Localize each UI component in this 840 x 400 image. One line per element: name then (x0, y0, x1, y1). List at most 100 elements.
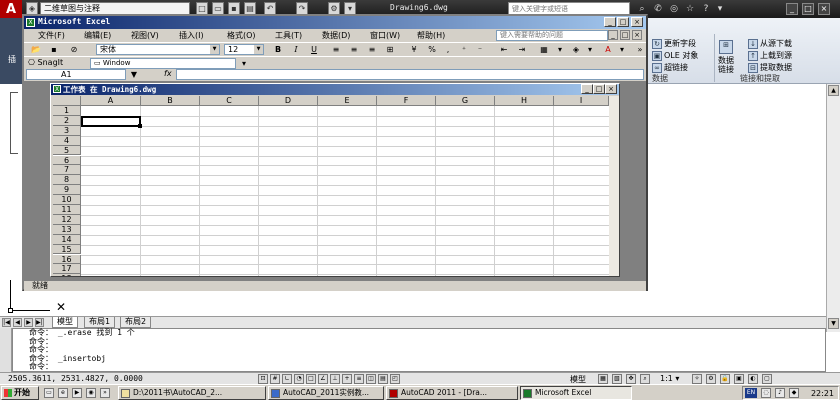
update-fields-button[interactable]: ↻ 更新字段 (652, 38, 696, 49)
clock[interactable]: 22:21 (811, 388, 834, 399)
tab-layout2[interactable]: 布局2 (120, 317, 152, 328)
first-tab-icon[interactable]: |◀ (2, 318, 11, 327)
help-icon[interactable]: ? (700, 3, 712, 15)
taskbar-item-excel[interactable]: Microsoft Excel (520, 386, 632, 400)
menu-file[interactable]: 文件(F) (38, 30, 65, 41)
command-prompt[interactable]: 命令： (29, 363, 825, 372)
align-left-icon[interactable]: ≡ (330, 44, 342, 55)
row-header[interactable]: 16 (53, 254, 81, 265)
menu-window[interactable]: 窗口(W) (370, 30, 400, 41)
font-name-combo[interactable]: 宋体 ▼ (96, 44, 220, 55)
command-window-handle[interactable] (0, 328, 12, 372)
ducs-icon[interactable]: ⊥ (330, 374, 340, 384)
menu-help[interactable]: 帮助(H) (417, 30, 445, 41)
tray-network-icon[interactable]: ◌ (761, 388, 771, 398)
quick-view-drawings-icon[interactable]: ▧ (612, 374, 622, 384)
ortho-icon[interactable]: ∟ (282, 374, 292, 384)
selection-cycling-icon[interactable]: ◰ (390, 374, 400, 384)
lineweight-icon[interactable]: ≡ (354, 374, 364, 384)
tray-app-icon[interactable]: ◆ (789, 388, 799, 398)
select-all-corner[interactable] (53, 96, 81, 106)
snagit-button[interactable]: ⎔ SnagIt (28, 58, 63, 67)
help-dropdown-icon[interactable]: ▾ (714, 3, 726, 15)
upload-to-source-button[interactable]: ↑ 上载到源 (748, 50, 792, 61)
ole-object-button[interactable]: ▣ OLE 对象 (652, 50, 698, 61)
menu-format[interactable]: 格式(O) (227, 30, 256, 41)
download-from-source-button[interactable]: ↓ 从源下载 (748, 38, 792, 49)
doc-minimize-button[interactable]: _ (608, 30, 618, 40)
annotation-visibility-icon[interactable]: ✧ (692, 374, 702, 384)
merge-center-icon[interactable]: ⊞ (384, 44, 396, 55)
drawing-vertical-scrollbar[interactable]: ▲ ▼ (826, 84, 840, 332)
row-header[interactable]: 3 (53, 125, 81, 136)
borders-dropdown-icon[interactable]: ▾ (554, 44, 566, 55)
toolbar-options-icon[interactable]: » (634, 44, 646, 55)
row-header[interactable]: 17 (53, 264, 81, 275)
coordinate-readout[interactable]: 2505.3611, 2531.4827, 0.0000 (8, 374, 143, 383)
sheet-close-button[interactable]: × (605, 84, 617, 94)
excel-minimize-button[interactable]: _ (604, 17, 616, 27)
dyn-icon[interactable]: + (342, 374, 352, 384)
language-indicator[interactable]: EN (745, 388, 757, 398)
save-disk-icon[interactable]: ▪ (48, 44, 60, 55)
permission-icon[interactable]: ⊘ (68, 44, 80, 55)
help-question-input[interactable]: 键入需要帮助的问题 (496, 30, 608, 41)
decrease-decimal-icon[interactable]: ⁻ (474, 44, 486, 55)
comma-style-icon[interactable]: , (442, 44, 454, 55)
insert-function-icon[interactable]: fx (164, 69, 172, 78)
extract-data-button[interactable]: ⊟ 提取数据 (748, 62, 792, 73)
worksheet-title-bar[interactable]: X 工作表 在 Drawing6.dwg _ □ × (51, 84, 619, 95)
excel-title-bar[interactable]: X Microsoft Excel _ □ × (24, 16, 646, 29)
otrack-icon[interactable]: ∠ (318, 374, 328, 384)
osnap-icon[interactable]: □ (306, 374, 316, 384)
lock-icon[interactable]: 🔒 (720, 374, 730, 384)
scroll-up-icon[interactable]: ▲ (828, 85, 839, 96)
spreadsheet-grid[interactable]: A B C D E F G H I 1 2 3 4 5 6 7 8 9 10 1… (53, 96, 609, 276)
borders-icon[interactable]: ▦ (538, 44, 550, 55)
row-header[interactable]: 5 (53, 145, 81, 156)
fill-handle[interactable] (138, 124, 142, 128)
menu-edit[interactable]: 编辑(E) (84, 30, 111, 41)
tray-volume-icon[interactable]: ♪ (775, 388, 785, 398)
sheet-minimize-button[interactable]: _ (581, 84, 593, 94)
worksheet-window[interactable]: X 工作表 在 Drawing6.dwg _ □ × A B C D E F G… (50, 83, 620, 277)
increase-indent-icon[interactable]: ⇥ (516, 44, 528, 55)
bold-button[interactable]: B (272, 44, 284, 55)
snagit-dropdown-icon[interactable]: ▾ (238, 58, 250, 69)
row-header[interactable]: 15 (53, 244, 81, 255)
doc-close-button[interactable]: × (632, 30, 642, 40)
communication-icon[interactable]: ◎ (668, 3, 680, 15)
menu-insert[interactable]: 插入(I) (179, 30, 204, 41)
taskbar-item-autocad[interactable]: AutoCAD 2011 - [Dra... (386, 386, 518, 400)
menu-view[interactable]: 视图(V) (131, 30, 159, 41)
row-header[interactable]: 6 (53, 155, 81, 166)
name-box-dropdown-icon[interactable]: ▼ (128, 69, 140, 80)
hardware-accel-icon[interactable]: ▣ (734, 374, 744, 384)
column-header[interactable]: I (554, 96, 609, 106)
data-link-button[interactable]: ⊞ 数据 链接 (718, 40, 734, 74)
maximize-button[interactable]: □ (802, 3, 814, 15)
tab-layout1[interactable]: 布局1 (84, 317, 116, 328)
pan-icon[interactable]: ✥ (626, 374, 636, 384)
align-right-icon[interactable]: ≡ (366, 44, 378, 55)
close-button[interactable]: × (818, 3, 830, 15)
doc-restore-button[interactable]: □ (620, 30, 630, 40)
column-header[interactable]: C (200, 96, 259, 106)
decrease-indent-icon[interactable]: ⇤ (498, 44, 510, 55)
quick-view-layouts-icon[interactable]: ▦ (598, 374, 608, 384)
fill-color-dropdown-icon[interactable]: ▾ (584, 44, 596, 55)
menu-tools[interactable]: 工具(T) (275, 30, 302, 41)
column-header[interactable]: D (259, 96, 318, 106)
tab-model[interactable]: 模型 (52, 317, 78, 328)
column-header[interactable]: H (495, 96, 554, 106)
font-size-combo[interactable]: 12 ▼ (224, 44, 264, 55)
taskbar-item-word[interactable]: AutoCAD_2011实例教... (268, 386, 384, 400)
excel-window[interactable]: X Microsoft Excel _ □ × 文件(F) 编辑(E) 视图(V… (22, 14, 648, 291)
snap-icon[interactable]: ⊡ (258, 374, 268, 384)
name-box[interactable]: A1 (26, 69, 126, 80)
excel-close-button[interactable]: × (631, 17, 643, 27)
last-tab-icon[interactable]: ▶| (35, 318, 44, 327)
minimize-button[interactable]: _ (786, 3, 798, 15)
row-header[interactable]: 18 (53, 274, 81, 276)
sheet-maximize-button[interactable]: □ (593, 84, 605, 94)
